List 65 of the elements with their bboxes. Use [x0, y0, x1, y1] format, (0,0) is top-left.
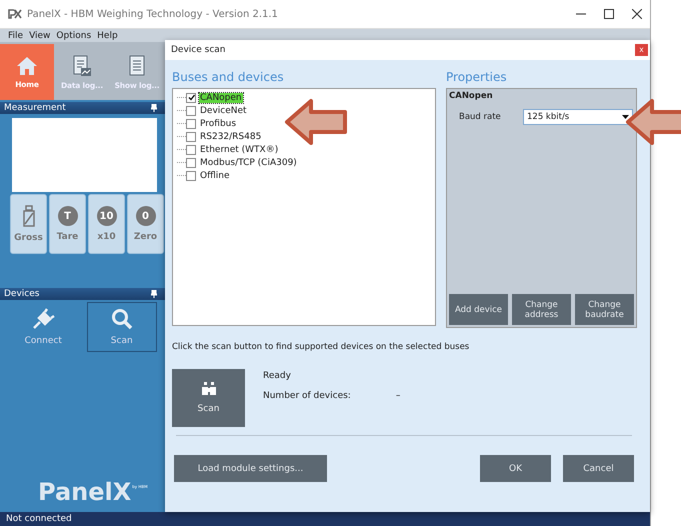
dialog-button[interactable]: Cancel — [563, 455, 634, 482]
measurement-button[interactable]: 0 Zero — [127, 194, 164, 254]
caret-icon — [622, 115, 629, 119]
dialog-button[interactable]: OK — [480, 455, 551, 482]
close-button[interactable]: x — [635, 44, 648, 56]
hint-text: Click the scan button to find supported devices on the selected buses — [172, 342, 470, 352]
menu-item[interactable]: Options — [56, 30, 92, 40]
device-count-label: Number of devices: — [263, 391, 351, 401]
close-icon[interactable] — [632, 9, 642, 19]
circle-symbol-icon: 10 — [96, 206, 116, 226]
menu-item[interactable]: Help — [97, 30, 118, 40]
field-label: Baud rate — [459, 112, 502, 122]
bus-item[interactable]: DeviceNet — [199, 106, 248, 116]
device-count-value: – — [396, 391, 400, 401]
section-heading: Buses and devices — [172, 70, 285, 84]
device-button[interactable]: Scan — [86, 302, 157, 352]
plug-icon — [31, 308, 56, 330]
status-bar: Not connected — [0, 512, 650, 526]
bus-item[interactable]: Modbus/TCP (CiA309) — [199, 158, 298, 168]
checkbox[interactable] — [186, 170, 196, 180]
properties-title: CANopen — [449, 91, 494, 101]
binoculars-icon — [200, 382, 216, 396]
annotation-arrow — [626, 99, 681, 145]
bus-item[interactable]: Profibus — [199, 118, 238, 128]
checkbox[interactable] — [186, 132, 196, 142]
search-icon — [110, 308, 133, 330]
checkbox[interactable] — [186, 118, 196, 128]
properties-button[interactable]: Change baudrate — [575, 294, 634, 325]
properties-button[interactable]: Change address — [512, 294, 571, 325]
measurement-button[interactable]: Gross — [10, 194, 47, 254]
bus-item[interactable]: CANopen — [199, 92, 243, 102]
checkbox[interactable] — [186, 106, 196, 116]
menu-item[interactable]: File — [8, 30, 24, 40]
panel-title: Measurement — [4, 103, 66, 113]
checkbox[interactable] — [186, 92, 196, 102]
window-title: PanelX - HBM Weighing Technology - Version 2.1.1 — [27, 8, 279, 20]
dialog-title: Device scan — [171, 45, 226, 55]
checkbox[interactable] — [186, 144, 196, 154]
dialog-button[interactable]: Load module settings... — [174, 455, 327, 482]
document-icon — [128, 54, 146, 76]
pin-icon[interactable] — [151, 104, 157, 112]
checkbox[interactable] — [186, 158, 196, 168]
panel-title: Devices — [4, 289, 40, 299]
baud-rate-dropdown[interactable]: 125 kbit/s — [523, 109, 633, 125]
panelx-logo: PanelX — [38, 478, 132, 506]
properties-button[interactable]: Add device — [449, 294, 508, 325]
measurement-button[interactable]: T Tare — [49, 194, 86, 254]
measurement-button[interactable]: 10 x10 — [88, 194, 125, 254]
annotation-arrow — [285, 99, 347, 145]
scan-status: Ready — [263, 371, 292, 381]
pin-icon[interactable] — [151, 290, 157, 298]
section-heading: Properties — [446, 70, 508, 84]
bus-item[interactable]: Ethernet (WTX®) — [199, 144, 280, 154]
circle-symbol-icon: 0 — [136, 206, 156, 226]
document-chart-icon — [72, 54, 92, 76]
circle-symbol-icon: T — [58, 206, 78, 226]
maximize-icon[interactable] — [604, 9, 614, 19]
app-logo-icon — [8, 9, 22, 19]
bus-item[interactable]: RS232/RS485 — [199, 132, 262, 142]
weight-icon — [22, 205, 36, 227]
menu-item[interactable]: View — [29, 30, 50, 40]
device-button[interactable]: Connect — [8, 302, 78, 352]
scan-button[interactable]: Scan — [172, 369, 245, 427]
house-icon — [16, 56, 38, 76]
bus-item[interactable]: Offline — [199, 170, 231, 180]
